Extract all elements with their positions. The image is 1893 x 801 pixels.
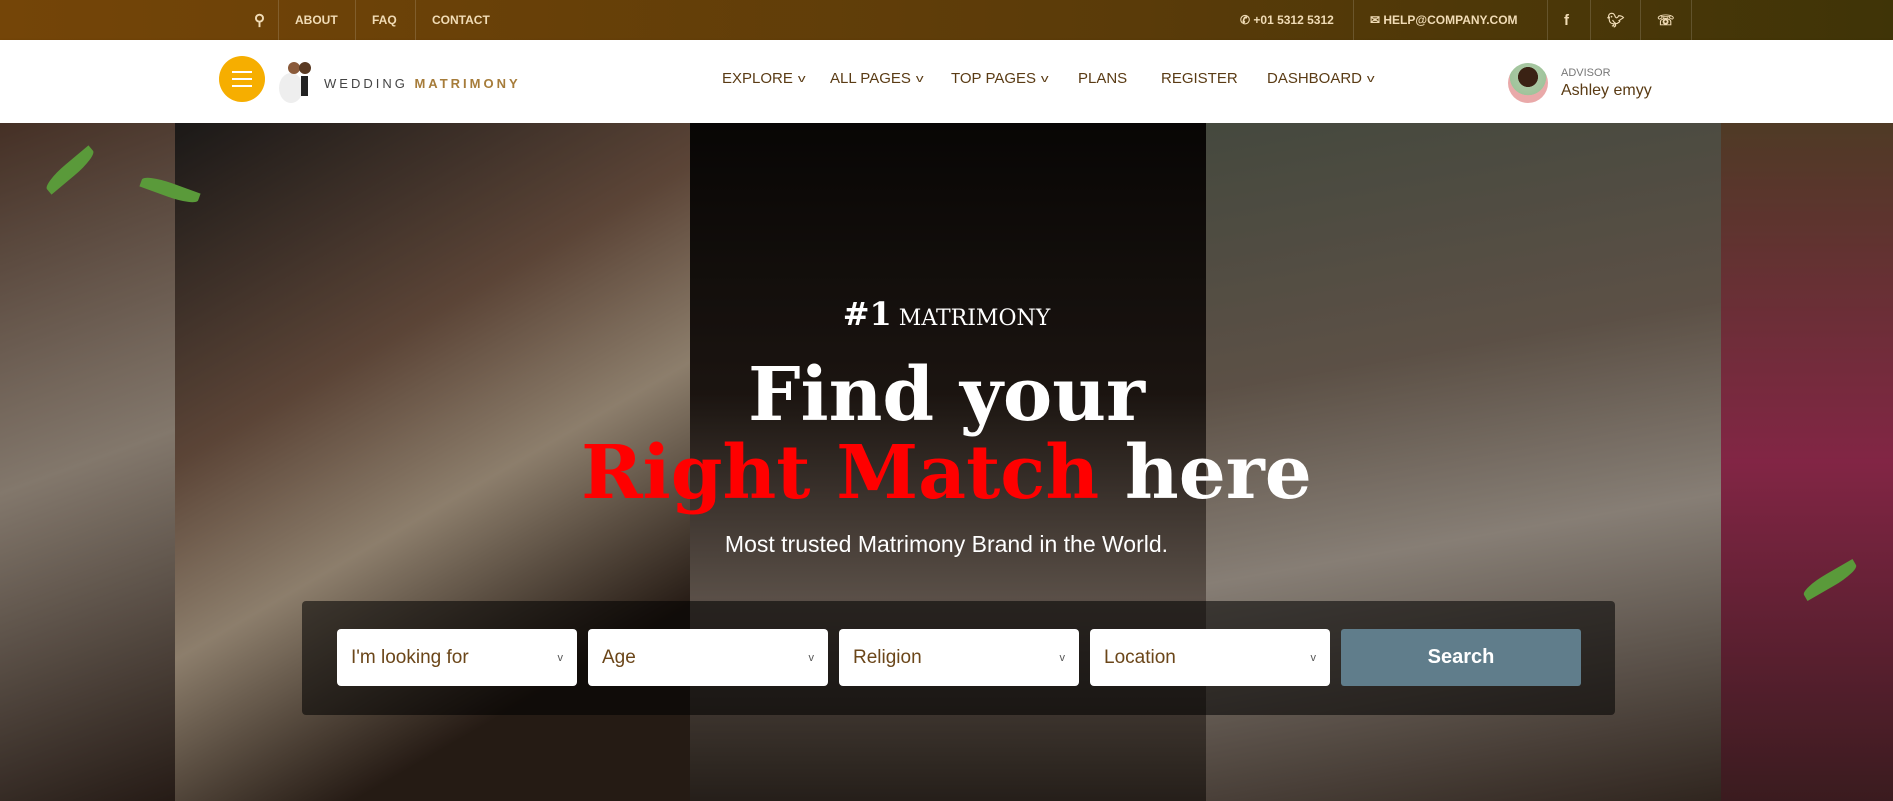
facebook-icon[interactable]: f bbox=[1547, 0, 1585, 40]
topbar-link-contact[interactable]: CONTACT bbox=[415, 0, 506, 40]
phone-number: +01 5312 5312 bbox=[1253, 13, 1334, 27]
logo-text[interactable]: WEDDING MATRIMONY bbox=[324, 76, 521, 91]
chevron-down-icon: v bbox=[1059, 651, 1066, 664]
chevron-down-icon: v bbox=[915, 72, 924, 85]
nav-top-pages[interactable]: TOP PAGES v bbox=[951, 70, 1049, 87]
nav-all-pages[interactable]: ALL PAGES v bbox=[830, 70, 924, 87]
chevron-down-icon: v bbox=[1040, 72, 1049, 85]
logo-couple-icon[interactable] bbox=[275, 58, 323, 104]
chevron-down-icon: v bbox=[1310, 651, 1317, 664]
hero-kicker: #1 MATRIMONY bbox=[842, 295, 1051, 333]
nav-register[interactable]: REGISTER bbox=[1161, 70, 1238, 87]
search-panel: I'm looking for v Age v Religion v Location… bbox=[302, 601, 1615, 715]
email-link[interactable]: ✉ HELP@COMPANY.COM bbox=[1353, 0, 1534, 40]
hero-title-line2: Right Match here bbox=[581, 430, 1312, 516]
user-name[interactable]: Ashley emyy bbox=[1561, 82, 1652, 100]
age-select[interactable]: Age v bbox=[588, 629, 828, 686]
search-button[interactable]: Search bbox=[1341, 629, 1581, 686]
topbar-link-about[interactable]: ABOUT bbox=[278, 0, 354, 40]
hamburger-menu-button[interactable] bbox=[219, 56, 265, 102]
chevron-down-icon: v bbox=[557, 651, 564, 664]
top-bar: ⚲ ABOUT FAQ CONTACT ✆ +01 5312 5312 ✉ HE… bbox=[0, 0, 1893, 40]
twitter-icon[interactable]: 🐦︎ bbox=[1590, 0, 1641, 40]
main-nav: WEDDING MATRIMONY EXPLORE v ALL PAGES v TO… bbox=[0, 40, 1893, 123]
topbar-link-faq[interactable]: FAQ bbox=[355, 0, 413, 40]
user-role: ADVISOR bbox=[1561, 67, 1611, 79]
whatsapp-icon[interactable]: ☏ bbox=[1640, 0, 1692, 40]
hero-section: #1 MATRIMONY Find your Right Match here … bbox=[0, 123, 1893, 801]
nav-plans[interactable]: PLANS bbox=[1078, 70, 1127, 87]
hero-title-line1: Find your bbox=[747, 352, 1146, 438]
chevron-down-icon: v bbox=[808, 651, 815, 664]
email-icon: ✉ bbox=[1370, 13, 1384, 27]
location-select[interactable]: Location v bbox=[1090, 629, 1330, 686]
religion-select[interactable]: Religion v bbox=[839, 629, 1079, 686]
chevron-down-icon: v bbox=[1366, 72, 1375, 85]
chevron-down-icon: v bbox=[797, 72, 806, 85]
search-icon[interactable]: ⚲ bbox=[238, 0, 281, 40]
nav-explore[interactable]: EXPLORE v bbox=[722, 70, 806, 87]
nav-dashboard[interactable]: DASHBOARD v bbox=[1267, 70, 1375, 87]
hero-subtitle: Most trusted Matrimony Brand in the Worl… bbox=[724, 531, 1169, 557]
phone-icon: ✆ bbox=[1240, 13, 1254, 27]
looking-for-select[interactable]: I'm looking for v bbox=[337, 629, 577, 686]
avatar[interactable] bbox=[1508, 63, 1548, 103]
phone-link[interactable]: ✆ +01 5312 5312 bbox=[1224, 0, 1350, 40]
email-address: HELP@COMPANY.COM bbox=[1383, 13, 1518, 27]
